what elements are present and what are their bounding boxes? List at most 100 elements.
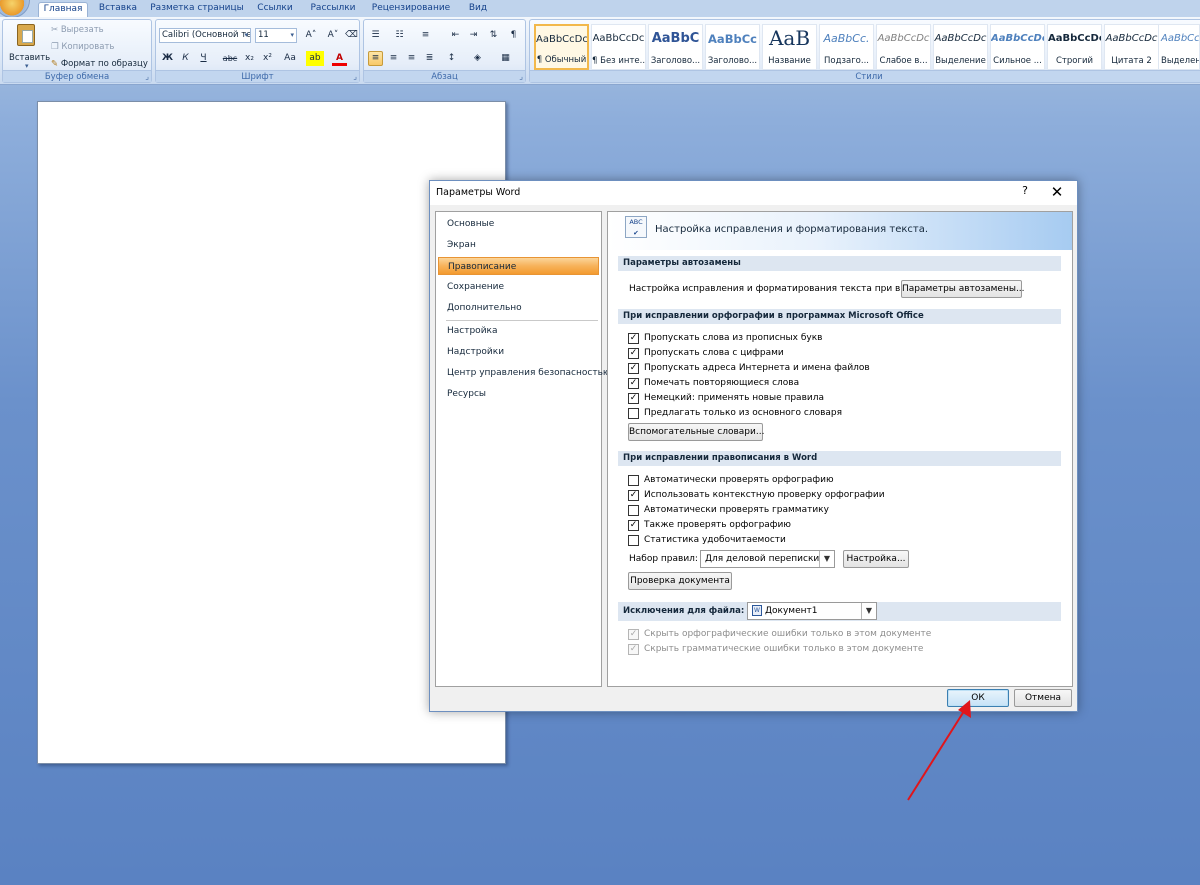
paragraph-group-label: Абзац xyxy=(364,70,525,82)
borders-icon[interactable]: ▦ xyxy=(498,51,513,66)
cancel-button[interactable]: Отмена xyxy=(1014,689,1072,707)
bullets-icon[interactable]: ☰ xyxy=(368,28,383,43)
checkbox-box[interactable]: ✓ xyxy=(628,490,639,501)
checkbox-box[interactable] xyxy=(628,535,639,546)
autocorrect-description: Настройка исправления и форматирования т… xyxy=(629,284,926,294)
subscript-button[interactable]: x₂ xyxy=(242,51,257,66)
chevron-down-icon[interactable]: ▼ xyxy=(819,551,834,567)
line-spacing-icon[interactable]: ↕ xyxy=(444,51,459,66)
nav-item-customize[interactable]: Настройка xyxy=(438,322,599,340)
tab-insert[interactable]: Вставка xyxy=(94,2,142,17)
office-button[interactable] xyxy=(0,0,30,18)
tab-home[interactable]: Главная xyxy=(38,2,88,17)
highlight-button[interactable]: ab xyxy=(306,51,324,66)
copy-button[interactable]: ❐ Копировать xyxy=(51,39,114,55)
clipboard-launcher-icon[interactable]: ⌟ xyxy=(145,72,149,81)
tab-references[interactable]: Ссылки xyxy=(252,2,298,17)
style-normal[interactable]: AaBbCcDc ¶ Обычный xyxy=(534,24,589,70)
style-subtitle[interactable]: AaBbCc. Подзаго... xyxy=(819,24,874,70)
nav-item-trust-center[interactable]: Центр управления безопасностью xyxy=(438,364,610,382)
style-sample: AaB xyxy=(768,26,811,50)
pilcrow-icon[interactable]: ¶ xyxy=(506,28,521,43)
grammar-settings-button[interactable]: Настройка... xyxy=(843,550,909,568)
multilevel-list-icon[interactable]: ≡ xyxy=(418,28,433,43)
shading-icon[interactable]: ◈ xyxy=(470,51,485,66)
tab-mailings[interactable]: Рассылки xyxy=(306,2,360,17)
underline-button[interactable]: Ч xyxy=(196,51,211,66)
style-sample: AaBbC xyxy=(651,31,700,46)
section-office-spelling: При исправлении орфографии в программах … xyxy=(618,309,1061,324)
paragraph-group: ☰ ☷ ≡ ⇤ ⇥ ⇅ ¶ ≡ ≡ ≡ ≣ ↕ ◈ ▦ Абзац ⌟ xyxy=(363,19,526,83)
autocorrect-options-button[interactable]: Параметры автозамены... xyxy=(901,280,1025,298)
font-name-combo[interactable]: Calibri (Основной те ▾ xyxy=(159,28,251,43)
superscript-button[interactable]: x² xyxy=(260,51,275,66)
align-right-icon[interactable]: ≡ xyxy=(404,51,419,66)
exceptions-file-select[interactable]: W Документ1 ▼ xyxy=(747,602,877,620)
style-title[interactable]: AaB Название xyxy=(762,24,817,70)
font-size-combo[interactable]: 11 ▾ xyxy=(255,28,297,43)
sort-icon[interactable]: ⇅ xyxy=(486,28,501,43)
nav-item-general[interactable]: Основные xyxy=(438,215,599,233)
increase-indent-icon[interactable]: ⇥ xyxy=(466,28,481,43)
style-heading-1[interactable]: AaBbC Заголово... xyxy=(648,24,703,70)
checkbox-box[interactable]: ✓ xyxy=(628,363,639,374)
bold-button[interactable]: Ж xyxy=(160,51,175,66)
paste-button[interactable]: Вставить ▾ xyxy=(7,22,50,70)
scissors-icon: ✂ xyxy=(51,25,59,35)
align-center-icon[interactable]: ≡ xyxy=(386,51,401,66)
justify-icon[interactable]: ≣ xyxy=(422,51,437,66)
chevron-down-icon[interactable]: ▼ xyxy=(861,603,876,619)
checkbox-box[interactable]: ✓ xyxy=(628,348,639,359)
options-nav: Основные Экран Правописание Сохранение Д… xyxy=(435,211,610,687)
nav-item-display[interactable]: Экран xyxy=(438,236,599,254)
tab-view[interactable]: Вид xyxy=(462,2,494,17)
checkbox-box[interactable] xyxy=(628,505,639,516)
nav-item-save[interactable]: Сохранение xyxy=(438,278,599,296)
checkbox-box[interactable] xyxy=(628,408,639,419)
style-sample: AaBbCc xyxy=(1161,33,1199,44)
ruleset-select[interactable]: Для деловой переписки ▼ xyxy=(700,550,835,568)
clear-formatting-icon[interactable]: ⌫ xyxy=(344,28,359,43)
align-left-icon[interactable]: ≡ xyxy=(368,51,383,66)
style-strong[interactable]: AaBbCcDc Строгий xyxy=(1047,24,1102,70)
font-launcher-icon[interactable]: ⌟ xyxy=(353,72,357,81)
style-heading-2[interactable]: AaBbCc Заголово... xyxy=(705,24,760,70)
checkbox-box[interactable]: ✓ xyxy=(628,333,639,344)
font-color-button[interactable]: A xyxy=(332,51,347,66)
recheck-document-button[interactable]: Проверка документа xyxy=(628,572,732,590)
nav-item-advanced[interactable]: Дополнительно xyxy=(438,299,599,317)
checkbox-box[interactable]: ✓ xyxy=(628,393,639,404)
nav-item-addins[interactable]: Надстройки xyxy=(438,343,599,361)
tab-review[interactable]: Рецензирование xyxy=(368,2,454,17)
font-size-value: 11 xyxy=(258,30,269,40)
strikethrough-button[interactable]: abc xyxy=(220,51,240,66)
change-case-button[interactable]: Aa xyxy=(280,51,300,66)
checkbox-box[interactable] xyxy=(628,475,639,486)
numbering-icon[interactable]: ☷ xyxy=(392,28,407,43)
checkbox-box[interactable]: ✓ xyxy=(628,644,639,655)
style-intense-quote[interactable]: AaBbCc Выделен xyxy=(1158,24,1200,70)
style-no-spacing[interactable]: AaBbCcDc ¶ Без инте... xyxy=(591,24,646,70)
tab-page-layout[interactable]: Разметка страницы xyxy=(150,2,244,17)
custom-dictionaries-button[interactable]: Вспомогательные словари... xyxy=(628,423,764,441)
dialog-titlebar[interactable]: Параметры Word ? ✕ xyxy=(430,181,1077,205)
checkbox-box[interactable]: ✓ xyxy=(628,378,639,389)
style-intense-emphasis[interactable]: AaBbCcDc Сильное ... xyxy=(990,24,1045,70)
nav-item-proofing[interactable]: Правописание xyxy=(438,257,599,275)
style-name: Слабое в... xyxy=(879,56,928,66)
dialog-title: Параметры Word xyxy=(436,187,521,198)
style-subtle-emphasis[interactable]: AaBbCcDc Слабое в... xyxy=(876,24,931,70)
cut-button[interactable]: ✂ Вырезать xyxy=(51,22,104,38)
grow-font-button[interactable]: A˄ xyxy=(301,28,321,43)
paragraph-launcher-icon[interactable]: ⌟ xyxy=(519,72,523,81)
close-button[interactable]: ✕ xyxy=(1048,182,1066,202)
italic-button[interactable]: К xyxy=(178,51,193,66)
shrink-font-button[interactable]: A˅ xyxy=(323,28,343,43)
checkbox-box[interactable]: ✓ xyxy=(628,520,639,531)
nav-item-resources[interactable]: Ресурсы xyxy=(438,385,599,403)
style-quote-2[interactable]: AaBbCcDc Цитата 2 xyxy=(1104,24,1159,70)
style-emphasis[interactable]: AaBbCcDc Выделение xyxy=(933,24,988,70)
help-button[interactable]: ? xyxy=(1018,184,1032,200)
decrease-indent-icon[interactable]: ⇤ xyxy=(448,28,463,43)
checkbox-box[interactable]: ✓ xyxy=(628,629,639,640)
